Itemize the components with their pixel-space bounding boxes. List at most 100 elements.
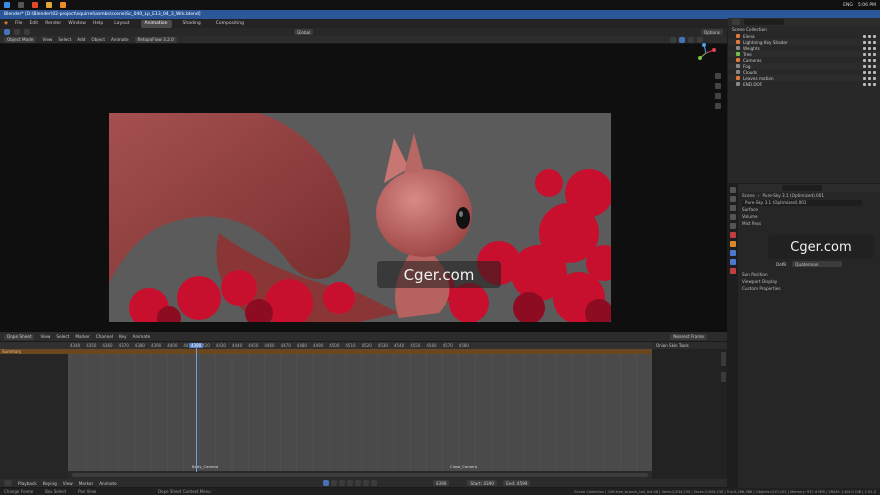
camera-render-icon[interactable]	[873, 70, 876, 74]
eye-icon[interactable]	[868, 40, 871, 44]
3d-viewport[interactable]: Global Options Object Mode View Select A…	[0, 28, 727, 332]
timeline-animate[interactable]: Animate	[99, 481, 117, 486]
camera-render-icon[interactable]	[873, 52, 876, 56]
viewport-menu-object[interactable]: Object	[91, 37, 105, 42]
exclude-checkbox-icon[interactable]	[863, 70, 866, 74]
properties-editor[interactable]: Scene › Pure-Sky 3.1 (Optimized).001 Pur…	[728, 184, 880, 488]
orientation-dropdown[interactable]: Global	[294, 29, 314, 35]
scene-tab-icon[interactable]	[730, 223, 736, 229]
rotation-mode-dropdown[interactable]: Quaternion	[792, 261, 843, 267]
options-dropdown[interactable]: Options	[700, 29, 723, 35]
playhead-frame[interactable]: 4390	[189, 343, 204, 348]
ds-menu-channel[interactable]: Channel	[96, 334, 113, 339]
jump-end-icon[interactable]	[370, 480, 377, 486]
shading-wireframe-icon[interactable]	[670, 36, 676, 43]
render-tab-icon[interactable]	[730, 196, 736, 202]
workspace-tab-shading[interactable]: Shading	[179, 20, 205, 28]
camera-render-icon[interactable]	[873, 58, 876, 62]
timeline-marker[interactable]: Marker	[79, 481, 93, 486]
viewport-menu-view[interactable]: View	[42, 37, 52, 42]
viewport-menu-select[interactable]: Select	[58, 37, 71, 42]
folder-icon[interactable]	[46, 2, 52, 8]
viewport-display-panel[interactable]: Viewport Display	[728, 278, 880, 285]
menu-render[interactable]: Render	[45, 21, 61, 26]
box-select-icon[interactable]	[14, 29, 20, 35]
retopoflow-button[interactable]: RetopoFlow 3.2.0	[134, 36, 177, 43]
mist-pass-panel[interactable]: Mist Pass	[728, 220, 880, 227]
workspace-tab-compositing[interactable]: Compositing	[212, 20, 248, 28]
ds-menu-view[interactable]: View	[40, 334, 50, 339]
side-tab-view[interactable]	[721, 352, 726, 366]
view-layer-tab-icon[interactable]	[730, 214, 736, 220]
navigation-gizmo[interactable]	[695, 42, 717, 64]
camera-render-icon[interactable]	[873, 34, 876, 38]
eye-icon[interactable]	[868, 64, 871, 68]
eye-icon[interactable]	[868, 34, 871, 38]
dope-sheet-mode-dropdown[interactable]: Dope Sheet	[4, 333, 35, 340]
shading-material-icon[interactable]	[688, 36, 694, 43]
volume-panel[interactable]: Volume	[728, 213, 880, 220]
playhead-line[interactable]	[196, 344, 197, 472]
outliner-display-mode-icon[interactable]	[732, 19, 740, 25]
eye-icon[interactable]	[868, 46, 871, 50]
world-datablock-field[interactable]: Pure-Sky 3.1 (Optimized).001	[742, 199, 862, 206]
world-tab-icon[interactable]	[730, 232, 736, 238]
exclude-checkbox-icon[interactable]	[863, 40, 866, 44]
viewport-menu-add[interactable]: Add	[77, 37, 85, 42]
eye-icon[interactable]	[868, 82, 871, 86]
camera-render-icon[interactable]	[873, 64, 876, 68]
exclude-checkbox-icon[interactable]	[863, 52, 866, 56]
outliner[interactable]: Scene Collection Elena Lightning Key Shad…	[728, 18, 880, 183]
dope-sheet-editor[interactable]: Dope Sheet View Select Marker Channel Ke…	[0, 332, 727, 487]
exclude-checkbox-icon[interactable]	[863, 34, 866, 38]
snap-dropdown[interactable]: Nearest Frame	[670, 333, 707, 340]
camera-render-icon[interactable]	[873, 40, 876, 44]
blender-taskbar-icon[interactable]	[60, 2, 66, 8]
tool-tab-icon[interactable]	[730, 187, 736, 193]
menu-file[interactable]: File	[15, 21, 23, 26]
workspace-tab-animation[interactable]: Animation	[140, 19, 172, 28]
timeline-playback[interactable]: Playback	[18, 481, 37, 486]
object-tab-icon[interactable]	[730, 241, 736, 247]
windows-start-icon[interactable]	[4, 2, 10, 8]
ds-menu-animate[interactable]: Animate	[133, 334, 151, 339]
exclude-checkbox-icon[interactable]	[863, 76, 866, 80]
eye-icon[interactable]	[868, 58, 871, 62]
keyframe-area[interactable]	[68, 354, 652, 471]
exclude-checkbox-icon[interactable]	[863, 64, 866, 68]
physics-tab-icon[interactable]	[730, 259, 736, 265]
pan-hand-icon[interactable]	[715, 83, 721, 89]
camera-view-icon[interactable]	[715, 93, 721, 99]
menu-window[interactable]: Window	[68, 21, 86, 26]
record-icon[interactable]	[322, 480, 329, 486]
eye-icon[interactable]	[868, 52, 871, 56]
ds-menu-key[interactable]: Key	[119, 334, 127, 339]
ds-menu-marker[interactable]: Marker	[75, 334, 89, 339]
next-key-icon[interactable]	[362, 480, 369, 486]
perspective-grid-icon[interactable]	[715, 103, 721, 109]
summary-channel[interactable]: Summary	[0, 349, 652, 354]
jump-start-icon[interactable]	[330, 480, 337, 486]
custom-properties-panel[interactable]: Custom Properties	[728, 285, 880, 292]
camera-render-icon[interactable]	[873, 82, 876, 86]
exclude-checkbox-icon[interactable]	[863, 58, 866, 62]
modifier-tab-icon[interactable]	[730, 250, 736, 256]
eye-icon[interactable]	[868, 70, 871, 74]
ds-menu-select[interactable]: Select	[56, 334, 69, 339]
select-tool-icon[interactable]	[4, 29, 10, 35]
cursor-tool-icon[interactable]	[24, 29, 30, 35]
workspace-tab-layout[interactable]: Layout	[110, 20, 133, 28]
search-icon[interactable]	[18, 2, 24, 8]
outliner-search-input[interactable]	[744, 19, 784, 25]
prev-key-icon[interactable]	[338, 480, 345, 486]
zoom-icon[interactable]	[715, 73, 721, 79]
menu-help[interactable]: Help	[93, 21, 103, 26]
outliner-item[interactable]: END.DOF	[728, 81, 880, 87]
scene-collection-row[interactable]: Scene Collection	[728, 26, 880, 33]
dope-sheet-scrollbar[interactable]	[72, 473, 648, 477]
shading-solid-icon[interactable]	[679, 36, 685, 43]
timeline-view[interactable]: View	[63, 481, 73, 486]
object-mode-dropdown[interactable]: Object Mode	[4, 36, 37, 43]
marker-close-camera[interactable]: Close_Camera	[450, 464, 477, 469]
side-tab-item[interactable]	[721, 372, 726, 382]
